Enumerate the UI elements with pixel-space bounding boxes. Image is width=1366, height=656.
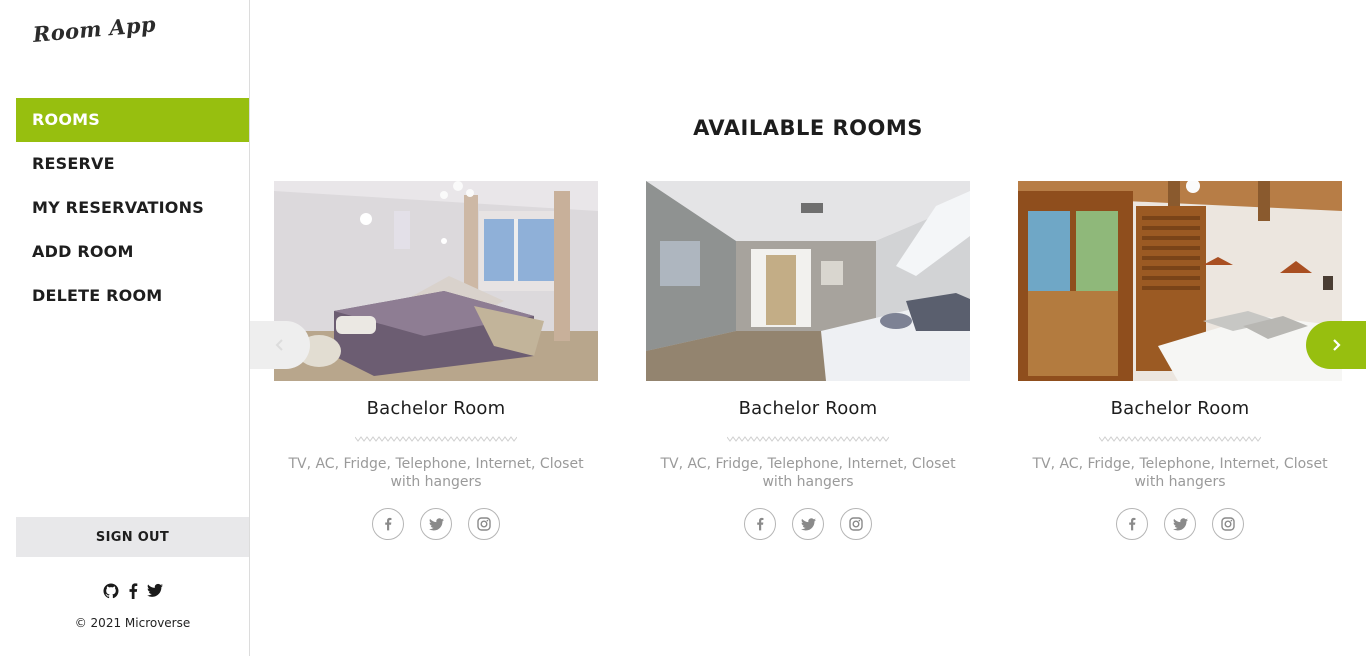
room-description: TV, AC, Fridge, Telephone, Internet, Clo… [1032, 456, 1328, 490]
nav-item-rooms[interactable]: ROOMS [16, 98, 249, 142]
room-description: TV, AC, Fridge, Telephone, Internet, Clo… [660, 456, 956, 490]
twitter-icon[interactable] [420, 508, 452, 540]
sidebar: Room App ROOMS RESERVE MY RESERVATIONS A… [0, 0, 250, 656]
room-description: TV, AC, Fridge, Telephone, Internet, Clo… [288, 456, 584, 490]
facebook-icon[interactable] [372, 508, 404, 540]
instagram-icon[interactable] [1212, 508, 1244, 540]
sidebar-nav: ROOMS RESERVE MY RESERVATIONS ADD ROOM D… [16, 98, 249, 318]
zigzag-divider [727, 436, 889, 442]
chevron-right-icon [1333, 339, 1341, 351]
carousel-next-button[interactable] [1306, 321, 1366, 369]
room-social-links [646, 508, 970, 540]
instagram-icon[interactable] [840, 508, 872, 540]
nav-item-reserve[interactable]: RESERVE [16, 142, 249, 186]
room-photo[interactable] [646, 181, 970, 381]
sign-out-button[interactable]: SIGN OUT [16, 517, 249, 557]
app-logo[interactable]: Room App [32, 11, 157, 47]
chevron-left-icon [275, 339, 283, 351]
page-title: AVAILABLE ROOMS [693, 116, 923, 140]
room-name: Bachelor Room [1110, 398, 1250, 419]
nav-item-my-reservations[interactable]: MY RESERVATIONS [16, 186, 249, 230]
room-photo[interactable] [274, 181, 598, 381]
room-photo[interactable] [1018, 181, 1342, 381]
nav-item-delete-room[interactable]: DELETE ROOM [16, 274, 249, 318]
room-name: Bachelor Room [366, 398, 506, 419]
room-social-links [274, 508, 598, 540]
zigzag-divider [355, 436, 517, 442]
room-card[interactable]: Bachelor Room TV, AC, Fridge, Telephone,… [646, 181, 970, 540]
nav-item-add-room[interactable]: ADD ROOM [16, 230, 249, 274]
twitter-icon[interactable] [1164, 508, 1196, 540]
carousel-prev-button[interactable] [250, 321, 310, 369]
sidebar-social-links [0, 582, 265, 599]
twitter-icon[interactable] [792, 508, 824, 540]
room-card[interactable]: Bachelor Room TV, AC, Fridge, Telephone,… [274, 181, 598, 540]
instagram-icon[interactable] [468, 508, 500, 540]
room-social-links [1018, 508, 1342, 540]
zigzag-divider [1099, 436, 1261, 442]
copyright-text: © 2021 Microverse [74, 616, 191, 630]
facebook-icon[interactable] [744, 508, 776, 540]
facebook-icon[interactable] [1116, 508, 1148, 540]
facebook-icon[interactable] [125, 582, 141, 599]
room-card[interactable]: Bachelor Room TV, AC, Fridge, Telephone,… [1018, 181, 1342, 540]
room-name: Bachelor Room [738, 398, 878, 419]
github-icon[interactable] [102, 582, 119, 599]
twitter-icon[interactable] [146, 582, 163, 599]
